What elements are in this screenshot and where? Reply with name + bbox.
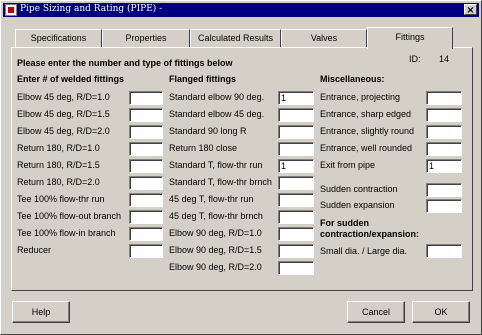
misc-input[interactable]	[426, 125, 462, 139]
sudden-header-line1: For sudden	[320, 218, 369, 228]
misc-label: Entrance, well rounded	[320, 143, 413, 153]
flanged-input[interactable]	[278, 176, 314, 190]
misc-input[interactable]	[426, 108, 462, 122]
tab-fittings[interactable]: Fittings	[367, 27, 453, 49]
sudden-header-line2: contraction/expansion:	[320, 229, 420, 239]
flanged-input[interactable]: 1	[278, 159, 314, 173]
welded-input[interactable]	[129, 159, 163, 173]
title-bar: Pipe Sizing and Rating (PIPE) - ×	[3, 3, 479, 17]
tab-specifications[interactable]: Specifications	[15, 29, 102, 48]
welded-input[interactable]	[129, 108, 163, 122]
fittings-dialog-window: Pipe Sizing and Rating (PIPE) - × Specif…	[0, 0, 482, 335]
welded-label: Reducer	[17, 245, 52, 255]
flanged-label: Elbow 90 deg, R/D=1.0	[169, 228, 262, 238]
help-button[interactable]: Help	[12, 301, 70, 323]
welded-input[interactable]	[129, 244, 163, 258]
flanged-input[interactable]	[278, 227, 314, 241]
welded-label: Return 180, R/D=1.5	[17, 160, 100, 170]
close-button[interactable]: ×	[464, 4, 477, 16]
flanged-input[interactable]	[278, 142, 314, 156]
sudden-expansion-input[interactable]	[426, 199, 462, 213]
flanged-input[interactable]: 1	[278, 91, 314, 105]
misc-label: Entrance, slightly round	[320, 126, 415, 136]
welded-label: Tee 100% flow-out branch	[17, 211, 122, 221]
welded-input[interactable]	[129, 125, 163, 139]
flanged-input[interactable]	[278, 261, 314, 275]
flanged-label: 45 deg T, flow-thr brnch	[169, 211, 263, 221]
id-label: ID:	[409, 54, 421, 64]
flanged-input[interactable]	[278, 125, 314, 139]
window-title: Pipe Sizing and Rating (PIPE) -	[20, 4, 163, 14]
id-value: 14	[439, 54, 450, 64]
welded-input[interactable]	[129, 91, 163, 105]
cancel-button[interactable]: Cancel	[347, 301, 405, 323]
sudden-contraction-input[interactable]	[426, 183, 462, 197]
welded-header: Enter # of welded fittings	[17, 74, 125, 84]
misc-label: Entrance, projecting	[320, 92, 401, 102]
flanged-label: Standard 90 long R	[169, 126, 247, 136]
flanged-label: Standard T, flow-thr run	[169, 160, 263, 170]
ratio-label: Small dia. / Large dia.	[320, 246, 408, 256]
flanged-input[interactable]	[278, 244, 314, 258]
welded-label: Elbow 45 deg, R/D=1.5	[17, 109, 110, 119]
fittings-panel: Please enter the number and type of fitt…	[11, 47, 473, 291]
tab-properties[interactable]: Properties	[102, 29, 190, 48]
tab-valves[interactable]: Valves	[281, 29, 367, 48]
tab-strip: Specifications Properties Calculated Res…	[15, 27, 475, 49]
misc-input[interactable]	[426, 91, 462, 105]
welded-input[interactable]	[129, 193, 163, 207]
flanged-label: Elbow 90 deg, R/D=1.5	[169, 245, 262, 255]
welded-label: Elbow 45 deg, R/D=2.0	[17, 126, 110, 136]
welded-label: Return 180, R/D=2.0	[17, 177, 100, 187]
welded-input[interactable]	[129, 227, 163, 241]
misc-label: Entrance, sharp edged	[320, 109, 412, 119]
misc-label: Exit from pipe	[320, 160, 376, 170]
welded-input[interactable]	[129, 176, 163, 190]
flanged-input[interactable]	[278, 193, 314, 207]
flanged-input[interactable]	[278, 210, 314, 224]
sudden-expansion-label: Sudden expansion	[320, 200, 395, 210]
welded-label: Return 180, R/D=1.0	[17, 143, 100, 153]
misc-input[interactable]	[426, 142, 462, 156]
welded-label: Elbow 45 deg, R/D=1.0	[17, 92, 110, 102]
flanged-label: 45 deg T, flow-thr run	[169, 194, 254, 204]
pipe-app-icon	[5, 4, 17, 16]
flanged-header: Flanged fittings	[169, 74, 236, 84]
welded-input[interactable]	[129, 142, 163, 156]
misc-input[interactable]: 1	[426, 159, 462, 173]
ok-button[interactable]: OK	[412, 301, 470, 323]
sudden-contraction-label: Sudden contraction	[320, 184, 398, 194]
welded-label: Tee 100% flow-in branch	[17, 228, 116, 238]
instruction-text: Please enter the number and type of fitt…	[17, 58, 233, 68]
tab-calculated-results[interactable]: Calculated Results	[190, 29, 281, 48]
flanged-label: Return 180 close	[169, 143, 238, 153]
welded-input[interactable]	[129, 210, 163, 224]
flanged-label: Standard elbow 45 deg.	[169, 109, 265, 119]
flanged-input[interactable]	[278, 108, 314, 122]
flanged-label: Elbow 90 deg, R/D=2.0	[169, 262, 262, 272]
misc-header: Miscellaneous:	[320, 74, 385, 84]
flanged-label: Standard elbow 90 deg.	[169, 92, 265, 102]
flanged-label: Standard T, flow-thr brnch	[169, 177, 272, 187]
welded-label: Tee 100% flow-thr run	[17, 194, 105, 204]
ratio-input[interactable]	[426, 244, 462, 258]
